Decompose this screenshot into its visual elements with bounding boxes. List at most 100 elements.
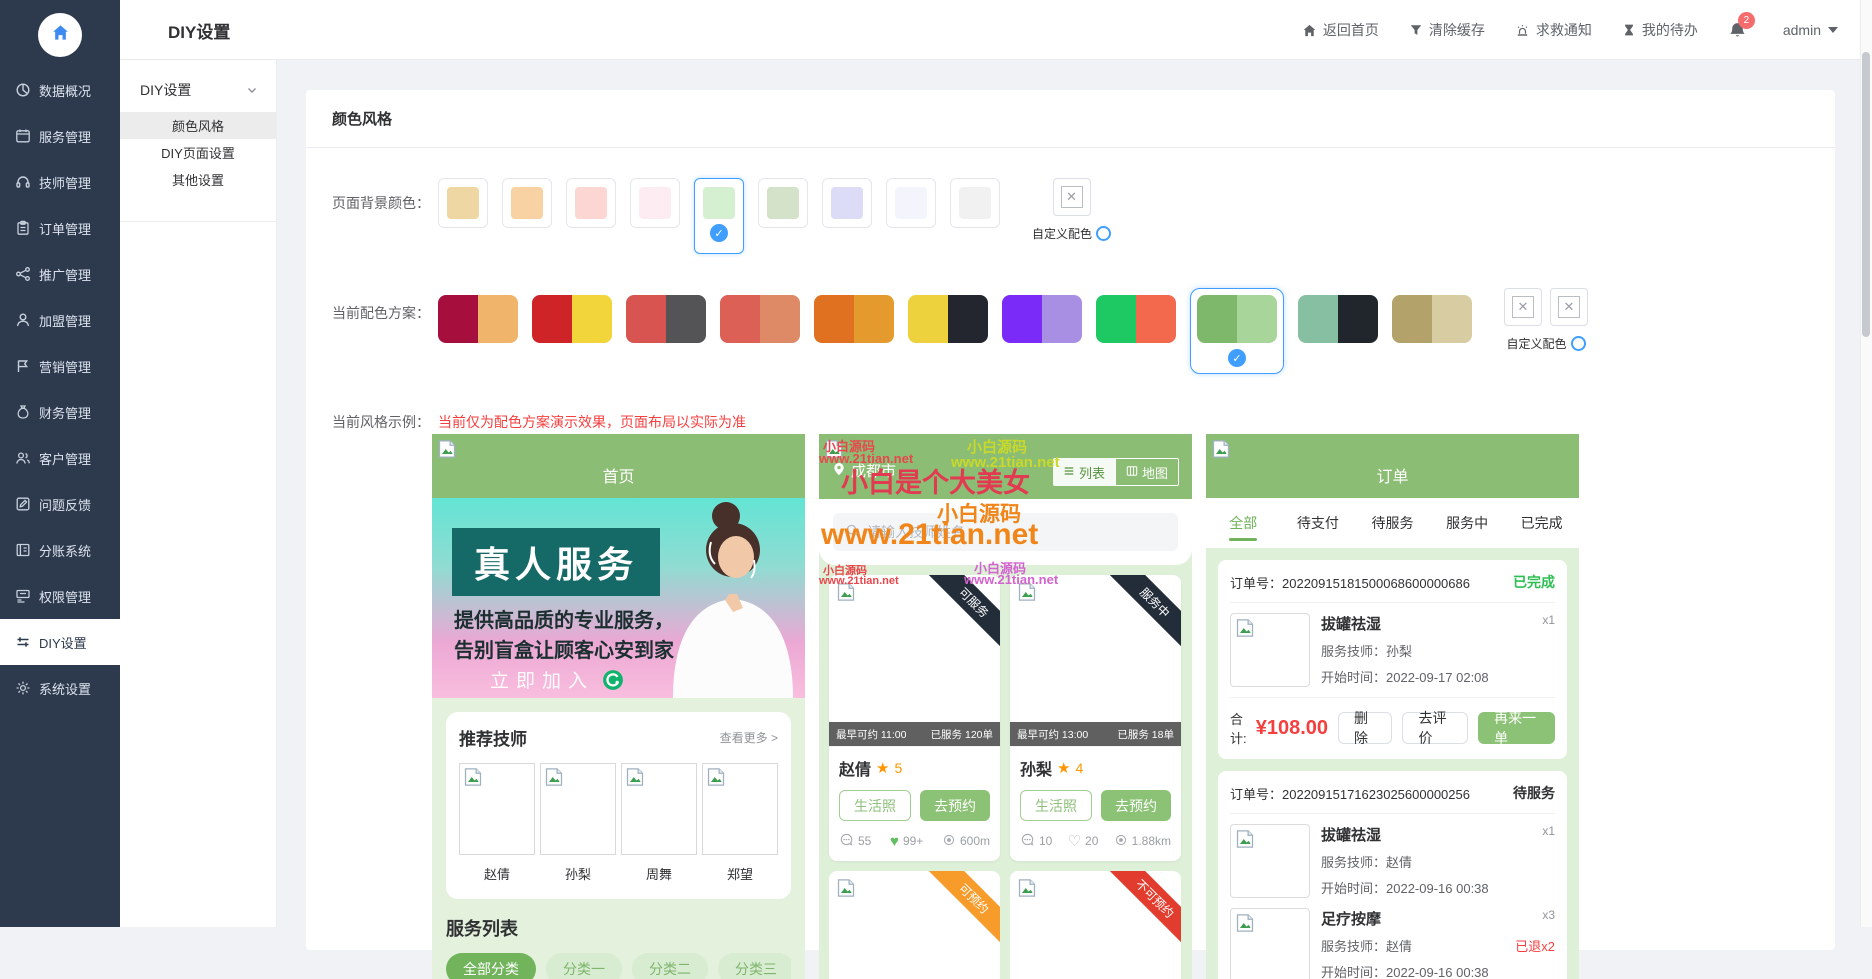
book-button[interactable]: 去预约 — [920, 790, 990, 821]
sidebar-item-权限管理[interactable]: 权限管理 — [0, 573, 120, 619]
color-scheme-swatch-4[interactable] — [720, 295, 800, 343]
sidebar-item-加盟管理[interactable]: 加盟管理 — [0, 297, 120, 343]
submenu-header[interactable]: DIY设置 — [120, 60, 276, 112]
recommended-techs-card: 推荐技师 查看更多 > 赵倩孙梨周舞郑望 — [446, 712, 791, 899]
broken-image-icon — [1017, 878, 1037, 903]
technician-card-partial[interactable]: 可预约 — [829, 871, 1000, 979]
bg-color-swatch-9[interactable] — [950, 178, 1000, 228]
order-button-再来一单[interactable]: 再来一单 — [1478, 712, 1555, 744]
like-button[interactable]: ♥99+ — [890, 833, 923, 850]
scrollbar-thumb[interactable] — [1862, 52, 1870, 337]
bg-color-swatch-2[interactable] — [502, 178, 552, 228]
sidebar-item-营销管理[interactable]: 营销管理 — [0, 343, 120, 389]
topbar: DIY设置 返回首页清除缓存求救通知我的待办 2 admin — [120, 0, 1872, 60]
color-scheme-swatch-8[interactable] — [1096, 295, 1176, 343]
submenu-item-颜色风格[interactable]: 颜色风格 — [120, 112, 276, 139]
notification-bell-icon[interactable]: 2 — [1728, 21, 1747, 40]
topbar-action-清除缓存[interactable]: 清除缓存 — [1409, 20, 1485, 40]
quantity: x1 — [1542, 824, 1555, 845]
bg-color-swatch-8[interactable] — [886, 178, 936, 228]
service-icon — [15, 128, 31, 144]
see-more-link[interactable]: 查看更多 > — [720, 729, 778, 746]
sidebar-item-技师管理[interactable]: 技师管理 — [0, 159, 120, 205]
bg-custom-color-box[interactable]: ✕ — [1053, 178, 1091, 216]
life-photo-button[interactable]: 生活照 — [1020, 790, 1092, 821]
technician-card-赵倩[interactable]: 可服务最早可约 11:00已服务 120单赵倩★5生活照去预约55♥99+600… — [829, 575, 1000, 861]
page-scrollbar[interactable] — [1860, 0, 1872, 927]
order-tab-全部[interactable]: 全部 — [1206, 498, 1281, 548]
chevron-down-icon — [1828, 27, 1838, 33]
sidebar-item-订单管理[interactable]: 订单管理 — [0, 205, 120, 251]
category-pill-全部分类[interactable]: 全部分类 — [446, 953, 536, 979]
order-tab-服务中[interactable]: 服务中 — [1430, 498, 1505, 548]
sidebar-item-数据概况[interactable]: 数据概况 — [0, 67, 120, 113]
color-scheme-swatch-10[interactable] — [1298, 295, 1378, 343]
broken-image-icon — [463, 767, 483, 792]
list-view-toggle[interactable]: 列表 — [1053, 458, 1115, 486]
bg-color-swatch-6[interactable] — [758, 178, 808, 228]
book-button[interactable]: 去预约 — [1101, 790, 1171, 821]
customer-icon — [15, 450, 31, 466]
bg-color-swatch-1[interactable] — [438, 178, 488, 228]
order-button-去评价[interactable]: 去评价 — [1402, 712, 1468, 744]
technician-card-partial[interactable]: 不可预约 — [1010, 871, 1181, 979]
bg-color-swatch-4[interactable] — [630, 178, 680, 228]
bg-color-swatch-7[interactable] — [822, 178, 872, 228]
sidebar-item-分账系统[interactable]: 分账系统 — [0, 527, 120, 573]
like-button[interactable]: ♡20 — [1068, 832, 1099, 850]
sidebar-item-DIY设置[interactable]: DIY设置 — [0, 619, 120, 665]
category-pill-分类三[interactable]: 分类三 — [718, 953, 791, 979]
bg-color-swatch-3[interactable] — [566, 178, 616, 228]
color-scheme-swatch-6[interactable] — [908, 295, 988, 343]
color-scheme-swatch-5[interactable] — [814, 295, 894, 343]
order-button-删除[interactable]: 删除 — [1338, 712, 1392, 744]
username: admin — [1783, 22, 1821, 38]
technician-item-郑望[interactable]: 郑望 — [702, 763, 778, 883]
sidebar-item-客户管理[interactable]: 客户管理 — [0, 435, 120, 481]
map-view-toggle[interactable]: 地图 — [1115, 458, 1179, 486]
category-pill-分类一[interactable]: 分类一 — [546, 953, 622, 979]
life-photo-button[interactable]: 生活照 — [839, 790, 911, 821]
color-scheme-swatch-3[interactable] — [626, 295, 706, 343]
technician-item-周舞[interactable]: 周舞 — [621, 763, 697, 883]
sidebar-item-服务管理[interactable]: 服务管理 — [0, 113, 120, 159]
bg-color-swatch-5[interactable]: ✓ — [694, 178, 744, 254]
submenu-item-DIY页面设置[interactable]: DIY页面设置 — [120, 139, 276, 166]
category-pill-分类二[interactable]: 分类二 — [632, 953, 708, 979]
color-scheme-swatch-1[interactable] — [438, 295, 518, 343]
color-scheme-swatch-11[interactable] — [1392, 295, 1472, 343]
city-selector[interactable]: 成都市 — [832, 460, 896, 481]
order-tab-已完成[interactable]: 已完成 — [1504, 498, 1579, 548]
order-tab-待服务[interactable]: 待服务 — [1355, 498, 1430, 548]
banner-cta[interactable]: 立即加入 — [490, 666, 624, 693]
logo[interactable] — [0, 0, 120, 67]
color-scheme-swatch-9[interactable] — [1197, 295, 1277, 343]
start-time: 开始时间：2022-09-16 00:38 — [1321, 962, 1555, 979]
topbar-action-求救通知[interactable]: 求救通知 — [1515, 20, 1592, 40]
home-logo-icon — [51, 23, 70, 47]
home-icon — [1302, 23, 1317, 38]
scheme-custom-radio[interactable] — [1571, 336, 1586, 351]
user-menu[interactable]: admin — [1783, 22, 1838, 38]
technician-item-孙梨[interactable]: 孙梨 — [540, 763, 616, 883]
technician-card-孙梨[interactable]: 服务中最早可约 13:00已服务 18单孙梨★4生活照去预约10♡201.88k… — [1010, 575, 1181, 861]
color-scheme-swatch-2[interactable] — [532, 295, 612, 343]
banner-line2: 告别盲盒让顾客心安到家 — [454, 634, 674, 663]
sidebar-item-财务管理[interactable]: 财务管理 — [0, 389, 120, 435]
technician-search-input[interactable]: 请输入技师姓名 — [833, 513, 1178, 551]
topbar-action-返回首页[interactable]: 返回首页 — [1302, 20, 1379, 40]
technician-item-赵倩[interactable]: 赵倩 — [459, 763, 535, 883]
topbar-action-我的待办[interactable]: 我的待办 — [1622, 20, 1698, 40]
sidebar-item-问题反馈[interactable]: 问题反馈 — [0, 481, 120, 527]
order-tab-待支付[interactable]: 待支付 — [1281, 498, 1356, 548]
submenu-item-其他设置[interactable]: 其他设置 — [120, 166, 276, 193]
color-scheme-selected[interactable]: ✓ — [1190, 288, 1284, 374]
color-scheme-swatch-7[interactable] — [1002, 295, 1082, 343]
service-name: 拔罐祛湿 — [1321, 824, 1381, 845]
scheme-custom-color2-box[interactable]: ✕ — [1550, 288, 1588, 326]
sidebar-item-推广管理[interactable]: 推广管理 — [0, 251, 120, 297]
bg-custom-radio[interactable] — [1096, 226, 1111, 241]
sidebar-item-系统设置[interactable]: 系统设置 — [0, 665, 120, 711]
scheme-custom-color1-box[interactable]: ✕ — [1504, 288, 1542, 326]
broken-image-icon — [836, 582, 856, 607]
